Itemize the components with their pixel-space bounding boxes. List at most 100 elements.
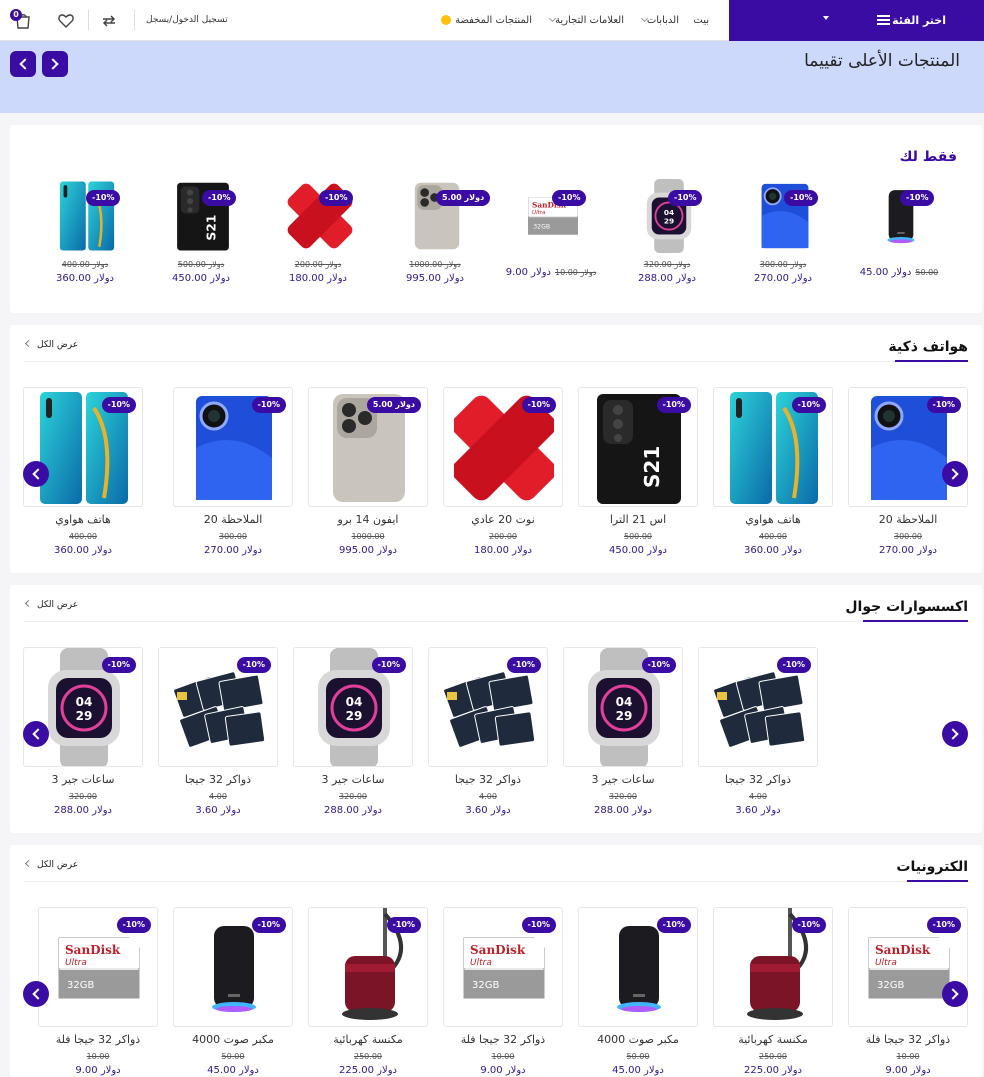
- chevron-left-icon: [24, 339, 33, 348]
- product-name[interactable]: الملاحظة 20: [848, 513, 968, 526]
- discount-badge: -10%: [926, 917, 961, 933]
- new-price: 45.00 دولار: [859, 267, 912, 278]
- product-card[interactable]: 5.00 دولار: [308, 387, 428, 507]
- product-card[interactable]: -10%: [308, 907, 428, 1027]
- new-price: 225.00 دولار: [339, 1065, 397, 1076]
- discount-badge: -10%: [386, 917, 421, 933]
- product-name[interactable]: مكبر صوت 4000: [173, 1033, 293, 1046]
- product-card[interactable]: 04 29 -10%: [23, 647, 143, 767]
- discount-badge: -10%: [552, 190, 587, 206]
- product-name[interactable]: ايفون 14 برو: [308, 513, 428, 526]
- offers-dot-icon: [441, 15, 451, 25]
- slider-prev-arrow-icon[interactable]: [23, 461, 49, 487]
- svg-text:29: 29: [664, 216, 674, 225]
- slider-prev-arrow-icon[interactable]: [23, 981, 49, 1007]
- category-menu-button[interactable]: اختر الفئة: [729, 0, 984, 41]
- product-card[interactable]: -10%: [698, 647, 818, 767]
- product-card[interactable]: SanDisk Ultra 32GB -10%: [443, 907, 563, 1027]
- product-name[interactable]: ذواكر 32 جيجا: [158, 773, 278, 786]
- product-name[interactable]: هاتف هواوي: [23, 513, 143, 526]
- slider-next-arrow-icon[interactable]: [942, 461, 968, 487]
- product-card[interactable]: -10%: [713, 907, 833, 1027]
- product-card[interactable]: -10%: [23, 387, 143, 507]
- discount-badge: -10%: [784, 190, 819, 206]
- product-name[interactable]: ساعات جير 3: [23, 773, 143, 786]
- discount-badge: -10%: [101, 657, 136, 673]
- old-price: 200.00 دولار: [294, 260, 342, 269]
- svg-text:S21: S21: [640, 446, 664, 488]
- old-price: 10.00: [86, 1052, 110, 1061]
- product-card[interactable]: S21 -10%: [578, 387, 698, 507]
- nav-home-link[interactable]: بيت: [693, 15, 709, 26]
- compare-icon[interactable]: [99, 11, 119, 31]
- product-card[interactable]: -10%: [578, 907, 698, 1027]
- product-card[interactable]: -10%: [443, 387, 563, 507]
- old-price: 250.00: [759, 1052, 787, 1061]
- caret-down-icon: [823, 16, 829, 20]
- old-price: 10.00: [896, 1052, 920, 1061]
- new-price: 45.00 دولار: [207, 1065, 259, 1076]
- product-name[interactable]: الملاحظة 20: [173, 513, 293, 526]
- new-price: 995.00 دولار: [406, 273, 464, 284]
- new-price: 995.00 دولار: [339, 545, 397, 556]
- product-name[interactable]: هاتف هواوي: [713, 513, 833, 526]
- product-name[interactable]: ذواكر 32 جيجا فلة: [443, 1033, 563, 1046]
- svg-text:04: 04: [664, 208, 674, 217]
- category-menu-label: اختر الفئة: [892, 14, 946, 27]
- product-card[interactable]: -10%: [848, 387, 968, 507]
- product-card[interactable]: -10%: [173, 387, 293, 507]
- product-name[interactable]: مكنسة كهربائية: [713, 1033, 833, 1046]
- view-all-link[interactable]: عرض الكل: [24, 599, 78, 610]
- product-name[interactable]: ساعات جير 3: [293, 773, 413, 786]
- product-name[interactable]: اس 21 الترا: [578, 513, 698, 526]
- product-name[interactable]: ذواكر 32 جيجا: [698, 773, 818, 786]
- product-name[interactable]: نوت 20 عادي: [443, 513, 563, 526]
- hero-next-arrow-icon[interactable]: [42, 51, 68, 77]
- product-name[interactable]: ساعات جير 3: [563, 773, 683, 786]
- product-card[interactable]: 04 29 -10%: [563, 647, 683, 767]
- product-name[interactable]: ذواكر 32 جيجا: [428, 773, 548, 786]
- view-all-link[interactable]: عرض الكل: [24, 859, 79, 870]
- view-all-link[interactable]: عرض الكل: [24, 339, 78, 350]
- nav-bikes-link[interactable]: الدبابات: [639, 14, 679, 26]
- view-all-label: عرض الكل: [37, 860, 79, 870]
- new-price: 288.00 دولار: [594, 805, 652, 816]
- discount-badge: -10%: [521, 917, 556, 933]
- product-card[interactable]: -10%: [428, 647, 548, 767]
- product-card[interactable]: SanDisk Ultra 32GB -10%: [38, 907, 158, 1027]
- product-name[interactable]: ذواكر 32 جيجا فلة: [848, 1033, 968, 1046]
- slider-next-arrow-icon[interactable]: [942, 721, 968, 747]
- discount-badge: -10%: [668, 190, 703, 206]
- login-register-link[interactable]: تسجيل الدخول/يسجل: [146, 15, 228, 25]
- new-price: 360.00 دولار: [54, 545, 112, 556]
- new-price: 9.00 دولار: [75, 1065, 121, 1076]
- old-price: 50.00: [221, 1052, 245, 1061]
- svg-text:SanDisk: SanDisk: [470, 943, 526, 957]
- slider-prev-arrow-icon[interactable]: [23, 721, 49, 747]
- top-rated-title: المنتجات الأعلى تقييما: [804, 51, 960, 71]
- wishlist-heart-icon[interactable]: [56, 11, 76, 31]
- title-underline: [907, 880, 968, 882]
- product-card[interactable]: 04 29 -10%: [293, 647, 413, 767]
- section-title: اكسسوارات جوال: [845, 599, 968, 615]
- nav-brands-link[interactable]: العلامات التجارية: [547, 14, 624, 26]
- product-name[interactable]: مكنسة كهربائية: [308, 1033, 428, 1046]
- discount-badge: -10%: [202, 190, 237, 206]
- slider-next-arrow-icon[interactable]: [942, 981, 968, 1007]
- hero-prev-arrow-icon[interactable]: [10, 51, 36, 77]
- new-price: 450.00 دولار: [609, 545, 667, 556]
- product-card[interactable]: SanDisk Ultra 32GB -10%: [848, 907, 968, 1027]
- product-card[interactable]: -10%: [713, 387, 833, 507]
- product-card[interactable]: -10%: [173, 907, 293, 1027]
- svg-text:Ultra: Ultra: [532, 210, 546, 216]
- divider: [24, 621, 863, 622]
- product-name[interactable]: ذواكر 32 جيجا فلة: [38, 1033, 158, 1046]
- discount-badge: -10%: [251, 917, 286, 933]
- old-price: 10.00: [491, 1052, 515, 1061]
- product-name[interactable]: مكبر صوت 4000: [578, 1033, 698, 1046]
- nav-offers-link[interactable]: المنتجات المخفضة: [455, 15, 532, 26]
- product-card[interactable]: -10%: [158, 647, 278, 767]
- new-price: 180.00 دولار: [474, 545, 532, 556]
- section-title: فقط لك: [899, 149, 957, 165]
- new-price: 3.60 دولار: [195, 805, 241, 816]
